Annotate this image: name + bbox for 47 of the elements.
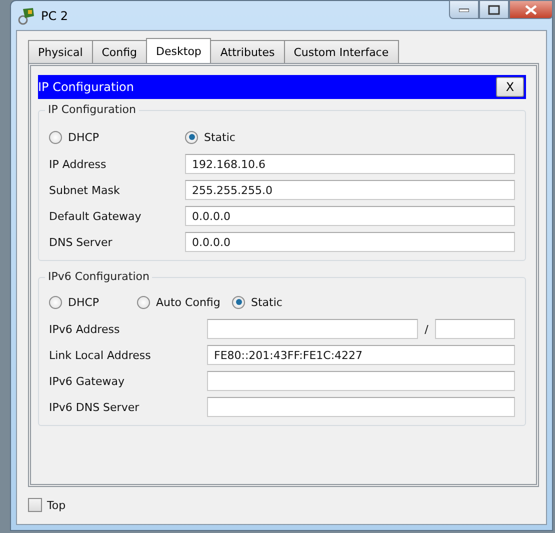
radio-label: Static xyxy=(251,296,282,308)
field-label: Default Gateway xyxy=(49,210,142,222)
group-title: IP Configuration xyxy=(45,103,139,116)
separator: / xyxy=(424,322,430,336)
field-label: Link Local Address xyxy=(49,348,152,362)
radio-button[interactable] xyxy=(49,130,62,144)
radio-button[interactable] xyxy=(137,296,150,308)
field-label: DNS Server xyxy=(49,236,114,248)
tab[interactable]: Attributes xyxy=(210,40,285,63)
close-icon xyxy=(525,4,537,14)
input-field[interactable] xyxy=(207,371,515,391)
field-label: IPv6 Address xyxy=(49,322,121,336)
radio-label: Auto Config xyxy=(156,296,220,308)
field-label: IP Address xyxy=(49,158,108,170)
tab[interactable]: Desktop xyxy=(146,38,212,63)
maximize-icon xyxy=(488,4,500,14)
radio-label: DHCP xyxy=(68,296,100,308)
radio-button[interactable] xyxy=(185,130,198,144)
checkbox-label: Top xyxy=(47,498,66,512)
field-label: IPv6 DNS Server xyxy=(49,400,140,414)
maximize-button[interactable] xyxy=(479,0,509,19)
radio-button[interactable] xyxy=(232,296,245,308)
dialog-title: IP Configuration xyxy=(38,80,134,94)
input-field[interactable]: FE80::201:43FF:FE1C:4227 xyxy=(207,345,515,365)
tab[interactable]: Config xyxy=(92,40,148,63)
input-field[interactable]: 192.168.10.6 xyxy=(185,154,515,174)
field-label: IPv6 Gateway xyxy=(49,374,126,388)
radio-label: Static xyxy=(204,130,236,144)
tab[interactable]: Custom Interface xyxy=(284,40,399,63)
minimize-button[interactable] xyxy=(449,0,479,19)
field-label: Subnet Mask xyxy=(49,184,121,196)
input-field[interactable] xyxy=(207,397,515,417)
input-field[interactable]: 0.0.0.0 xyxy=(185,232,515,252)
minimize-icon xyxy=(459,8,469,12)
group-title: IPv6 Configuration xyxy=(45,270,152,283)
tab[interactable]: Physical xyxy=(28,40,93,63)
input-field[interactable] xyxy=(435,319,515,339)
pc-icon xyxy=(18,6,36,24)
radio-button[interactable] xyxy=(49,296,62,308)
close-button[interactable] xyxy=(509,0,553,19)
window-title: PC 2 xyxy=(41,8,68,22)
input-field[interactable]: 255.255.255.0 xyxy=(185,180,515,200)
radio-label: DHCP xyxy=(68,130,100,144)
checkbox[interactable] xyxy=(28,498,42,512)
input-field[interactable]: 0.0.0.0 xyxy=(185,206,515,226)
close-button[interactable]: X xyxy=(496,77,524,97)
input-field[interactable] xyxy=(207,319,418,339)
